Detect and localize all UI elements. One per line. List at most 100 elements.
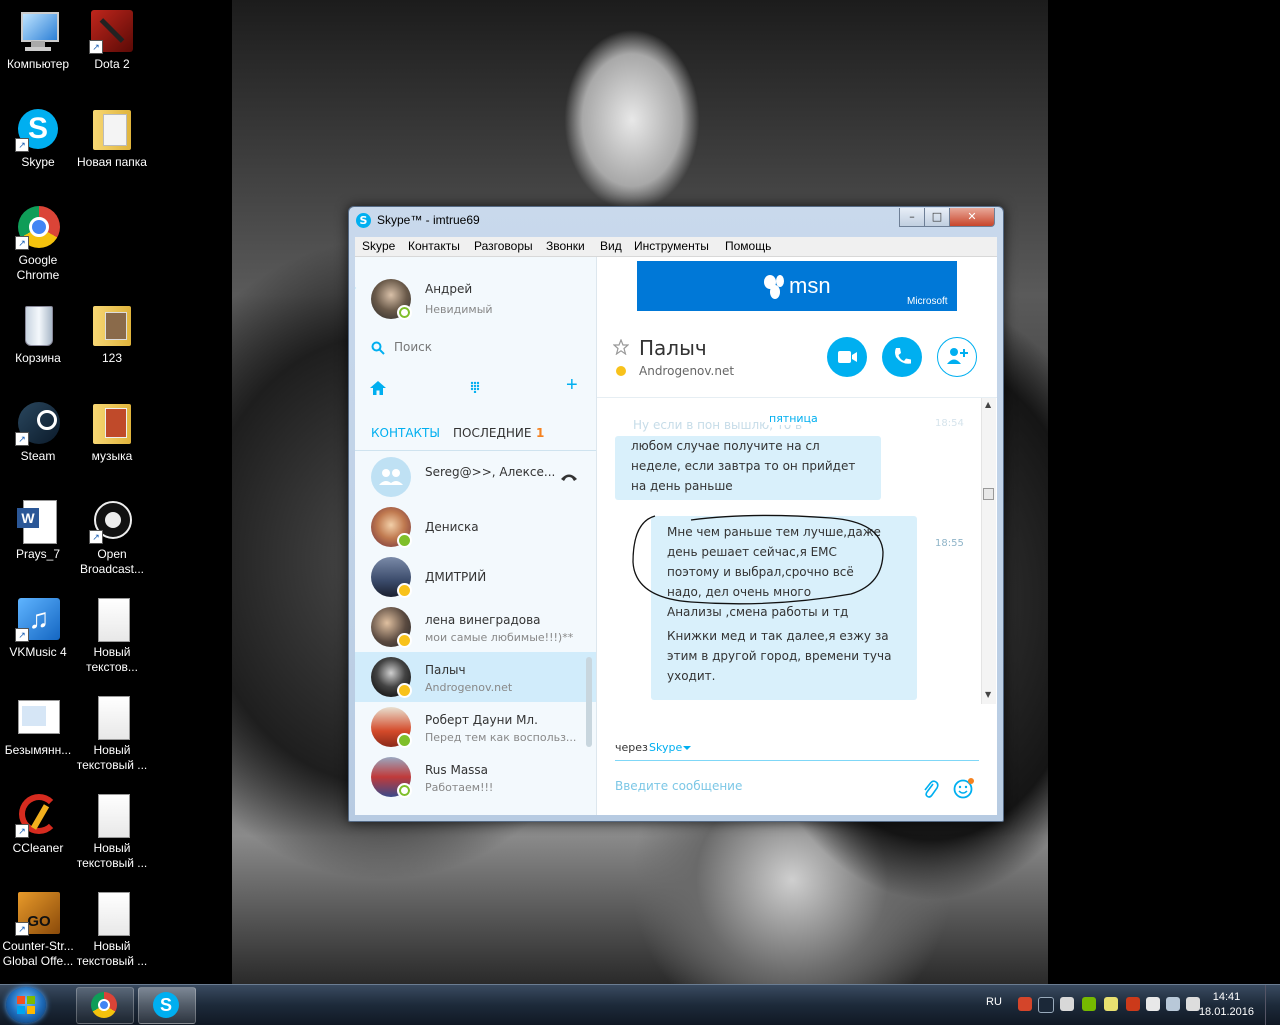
maximize-button[interactable]: □ [924, 208, 950, 227]
close-button[interactable]: ✕ [949, 208, 995, 227]
contact-item-lena[interactable]: лена винеградова мои самые любимые!!!)** [355, 602, 596, 652]
desktop-icon-folder-123[interactable]: 123 [74, 302, 150, 366]
language-indicator[interactable]: RU [986, 996, 1002, 1008]
action-center-flag-icon[interactable] [1146, 997, 1160, 1011]
chat-scrollbar[interactable]: ▲ ▼ [981, 398, 996, 704]
status-offline-icon [397, 783, 412, 798]
network-tray-icon[interactable] [1166, 997, 1180, 1011]
desktop-icon-obs[interactable]: ↗ Open Broadcast... [74, 498, 150, 577]
message-line: на день раньше [631, 479, 733, 493]
taskbar-skype-button[interactable]: S [138, 987, 196, 1024]
text-file-icon [89, 890, 135, 936]
desktop-icon-new-text-4[interactable]: Новый текстовый ... [74, 890, 150, 969]
emoticon-icon[interactable] [953, 777, 975, 799]
shortcut-arrow-icon: ↗ [15, 138, 29, 152]
desktop-icon-dota2[interactable]: ↗ Dota 2 [74, 8, 150, 72]
contacts-scrollbar[interactable] [586, 657, 592, 747]
desktop-icon-csgo[interactable]: GO ↗ Counter-Str... Global Offe... [0, 890, 76, 969]
shortcut-arrow-icon: ↗ [15, 922, 29, 936]
add-people-button[interactable] [937, 337, 977, 377]
desktop-icon-vkmusic[interactable]: ♫ ↗ VKMusic 4 [0, 596, 76, 660]
nvidia-tray-icon[interactable] [1082, 997, 1096, 1011]
tab-contacts[interactable]: КОНТАКТЫ [371, 426, 440, 440]
desktop-icon-ccleaner[interactable]: ↗ CCleaner [0, 792, 76, 856]
phone-hangup-icon [561, 474, 577, 481]
desktop-icon-skype[interactable]: S ↗ Skype [0, 106, 76, 170]
desktop-icon-new-text-3[interactable]: Новый текстовый ... [74, 792, 150, 871]
faded-message-time: 18:54 [935, 418, 964, 429]
desktop-icon-computer[interactable]: Компьютер [0, 8, 76, 72]
home-icon[interactable] [370, 381, 386, 395]
clock[interactable]: 14:41 18.01.2016 [1199, 990, 1254, 1020]
contact-item-rus-massa[interactable]: Rus Massa Работаем!!! [355, 752, 596, 802]
contact-item-dmitriy[interactable]: ДМИТРИЙ [355, 552, 596, 602]
desktop-icon-prays7[interactable]: W Prays_7 [0, 498, 76, 562]
chat-contact-mood: Androgenov.net [639, 364, 735, 378]
profile-area[interactable]: Андрей Невидимый [355, 275, 596, 325]
paperclip-icon[interactable] [921, 779, 939, 799]
status-away-icon [397, 633, 412, 648]
desktop-icon-music-folder[interactable]: музыка [74, 400, 150, 464]
contact-item-sereg-group[interactable]: Sereg@>>, Алексе... [355, 452, 596, 502]
desktop-icon-untitled-image[interactable]: Безымянн... [0, 694, 76, 758]
volume-tray-icon[interactable] [1186, 997, 1200, 1011]
taskbar-chrome-button[interactable] [76, 987, 134, 1024]
contact-item-palych[interactable]: Палыч Androgenov.net [355, 652, 596, 702]
scroll-thumb[interactable] [983, 488, 994, 500]
contact-item-robert[interactable]: Роберт Дауни Мл. Перед тем как воспольз.… [355, 702, 596, 752]
minimize-button[interactable]: – [899, 208, 925, 227]
clock-date: 18.01.2016 [1198, 1006, 1254, 1018]
send-via-selector[interactable]: Skype [649, 741, 682, 754]
contact-item-deniska[interactable]: Дениска [355, 502, 596, 552]
speaker-tray-icon[interactable] [1126, 997, 1140, 1011]
start-button[interactable] [6, 987, 46, 1023]
desktop-icon-new-text-2[interactable]: Новый текстовый ... [74, 694, 150, 773]
status-invisible-icon [397, 305, 412, 320]
profile-status: Невидимый [425, 303, 493, 316]
hand-drawn-circle-annotation [632, 514, 884, 605]
search-box[interactable]: Поиск [369, 337, 584, 359]
window-titlebar[interactable]: S Skype™ - imtrue69 – □ ✕ [349, 207, 1003, 234]
tray-app-icon[interactable] [1018, 997, 1032, 1011]
chevron-down-icon[interactable] [683, 746, 691, 750]
window-title: Skype™ - imtrue69 [377, 213, 480, 227]
audio-call-button[interactable] [882, 337, 922, 377]
tray-app-icon[interactable] [1060, 997, 1074, 1011]
shortcut-arrow-icon: ↗ [15, 628, 29, 642]
contact-name: Дениска [425, 520, 479, 534]
menu-tools[interactable]: Инструменты [634, 239, 709, 253]
show-desktop-button[interactable] [1265, 985, 1280, 1025]
video-camera-icon [838, 351, 857, 363]
desktop-icon-new-folder[interactable]: Новая папка [74, 106, 150, 170]
microsoft-label: Microsoft [907, 296, 948, 307]
desktop-icon-recycle-bin[interactable]: Корзина [0, 302, 76, 366]
chat-contact-name: Палыч [639, 336, 707, 360]
scroll-up-arrow-icon[interactable]: ▲ [985, 400, 991, 409]
dota2-icon: ↗ [89, 8, 135, 54]
add-icon[interactable]: + [566, 374, 578, 397]
video-call-button[interactable] [827, 337, 867, 377]
menu-skype[interactable]: Skype [362, 239, 395, 253]
contact-name: Палыч [425, 663, 466, 677]
skype-window: S Skype™ - imtrue69 – □ ✕ Skype Контакты… [348, 206, 1004, 822]
desktop-icon-steam[interactable]: ↗ Steam [0, 400, 76, 464]
shortcut-arrow-icon: ↗ [89, 530, 103, 544]
menu-view[interactable]: Вид [600, 239, 622, 253]
scroll-down-arrow-icon[interactable]: ▼ [985, 690, 991, 699]
desktop-icon-new-text-1[interactable]: Новый текстов... [74, 596, 150, 675]
message-input[interactable]: Введите сообщение [615, 775, 905, 799]
steam-tray-icon[interactable] [1038, 997, 1054, 1013]
msn-ad-banner[interactable]: msn Microsoft [637, 261, 957, 311]
menu-contacts[interactable]: Контакты [408, 239, 460, 253]
menu-calls[interactable]: Звонки [546, 239, 585, 253]
contact-name: Rus Massa [425, 763, 489, 777]
tab-recent[interactable]: ПОСЛЕДНИЕ [453, 426, 531, 440]
dialpad-icon[interactable] [470, 381, 480, 393]
text-file-icon [89, 792, 135, 838]
favorite-star-icon[interactable] [613, 339, 629, 355]
tray-app-icon[interactable] [1104, 997, 1118, 1011]
desktop-icon-chrome[interactable]: ↗ Google Chrome [0, 204, 76, 283]
folder-icon [89, 106, 135, 152]
menu-conversations[interactable]: Разговоры [474, 239, 533, 253]
menu-help[interactable]: Помощь [725, 239, 771, 253]
